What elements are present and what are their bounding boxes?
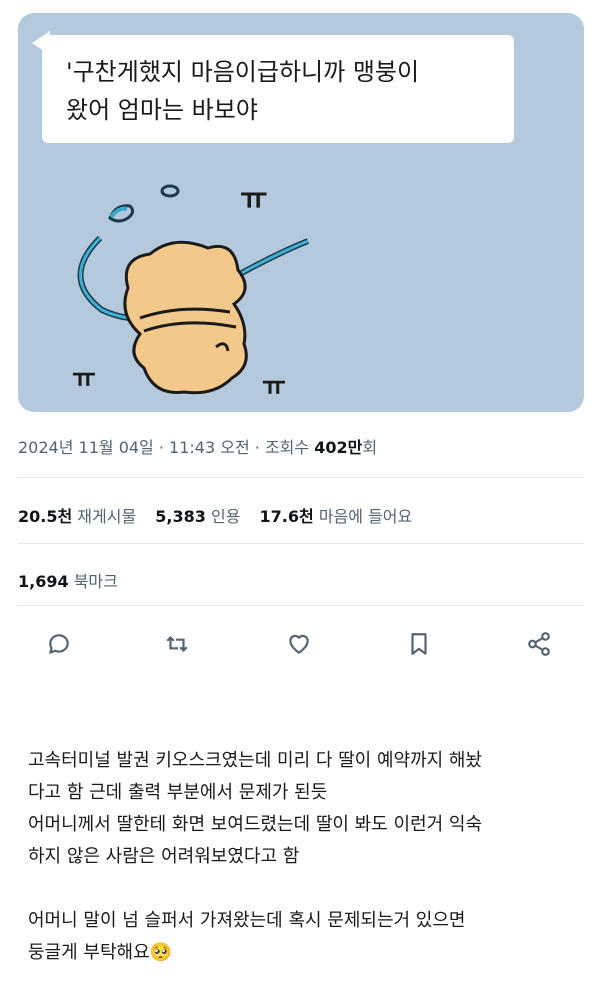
views-suffix: 회 bbox=[362, 438, 378, 457]
likes-stat[interactable]: 17.6천 마음에 들어요 bbox=[260, 503, 413, 527]
reply-button[interactable] bbox=[46, 631, 76, 661]
likes-label: 마음에 들어요 bbox=[318, 507, 413, 526]
quotes-count: 5,383 bbox=[155, 507, 206, 526]
views-value: 402만 bbox=[314, 438, 363, 457]
post-stats: 20.5천 재게시물 5,383 인용 17.6천 마음에 들어요 bbox=[18, 503, 426, 527]
action-bar bbox=[18, 625, 584, 665]
divider bbox=[18, 477, 584, 478]
post-body-text: 고속터미널 발권 키오스크였는데 미리 다 딸이 예약까지 해놨 다고 함 근데… bbox=[28, 750, 483, 963]
share-button[interactable] bbox=[526, 631, 556, 661]
reposts-stat[interactable]: 20.5천 재게시물 bbox=[18, 503, 136, 527]
tweet-image[interactable]: '구찬게했지 마음이급하니까 맹붕이 왔어 엄마는 바보야 ㅠ ㅠ ㅠ bbox=[18, 13, 584, 412]
tear-mark-left: ㅠ bbox=[72, 364, 96, 394]
repost-icon bbox=[166, 635, 188, 653]
post-time[interactable]: 11:43 오전 bbox=[169, 438, 250, 457]
bookmarks-count: 1,694 bbox=[18, 572, 69, 591]
quotes-stat[interactable]: 5,383 인용 bbox=[155, 503, 240, 527]
post-date[interactable]: 2024년 11월 04일 bbox=[18, 438, 154, 457]
bookmarks-stat[interactable]: 1,694 북마크 bbox=[18, 568, 118, 592]
divider bbox=[18, 543, 584, 544]
bookmark-icon bbox=[411, 633, 427, 655]
bookmark-button[interactable] bbox=[406, 631, 436, 661]
tear-mark-right: ㅠ bbox=[262, 372, 286, 402]
tear-mark-top: ㅠ bbox=[240, 182, 268, 217]
meta-separator: · bbox=[153, 438, 170, 457]
repost-button[interactable] bbox=[164, 631, 194, 661]
reposts-label: 재게시물 bbox=[77, 507, 137, 526]
like-icon bbox=[289, 634, 309, 654]
reposts-count: 20.5천 bbox=[18, 507, 73, 526]
meta-separator: · bbox=[249, 438, 265, 457]
views-label: 조회수 bbox=[264, 438, 315, 457]
like-button[interactable] bbox=[286, 631, 316, 661]
reply-icon bbox=[49, 634, 69, 654]
quotes-label: 인용 bbox=[210, 507, 241, 526]
share-icon bbox=[528, 632, 550, 656]
bookmarks-label: 북마크 bbox=[73, 572, 118, 591]
post-meta: 2024년 11월 04일 · 11:43 오전 · 조회수 402만회 bbox=[18, 434, 377, 458]
likes-count: 17.6천 bbox=[259, 507, 314, 526]
fallen-bear-illustration: ㅠ ㅠ ㅠ bbox=[72, 182, 310, 402]
divider bbox=[18, 605, 584, 606]
